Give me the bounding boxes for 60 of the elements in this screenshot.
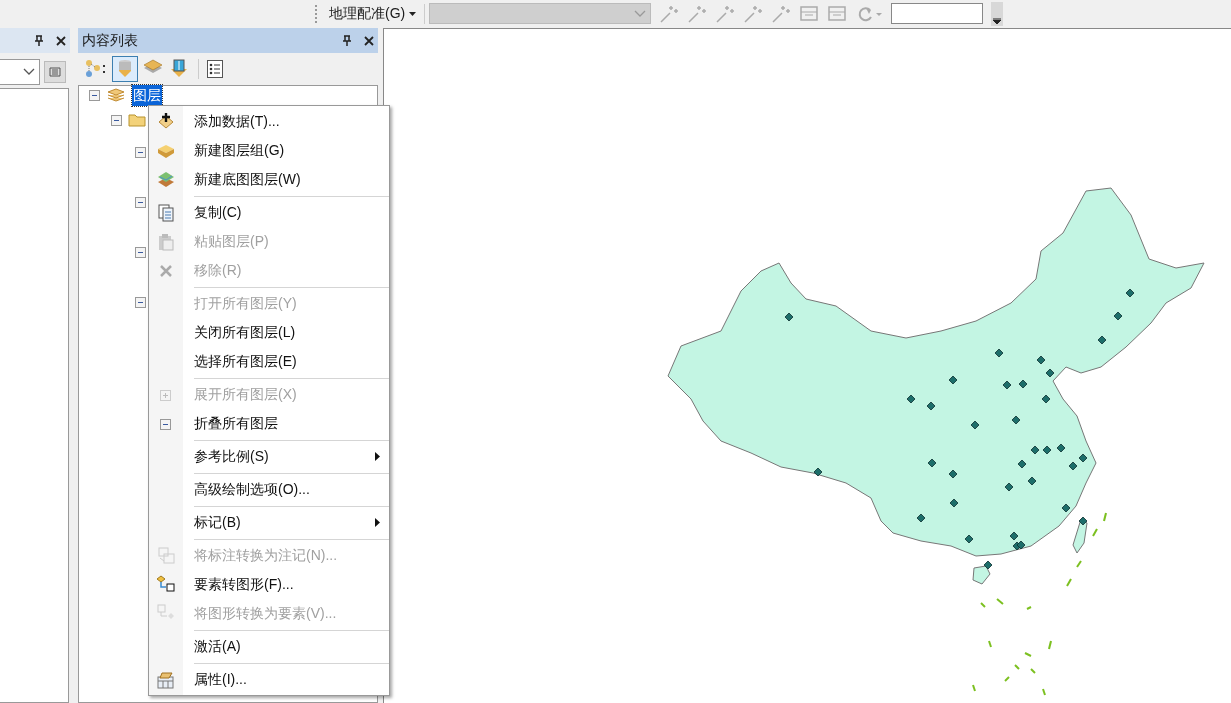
list-by-source-button[interactable] [112,56,138,82]
island-marker [1048,640,1052,650]
layers-icon [106,87,126,103]
menu-item[interactable]: 添加数据(T)... [149,107,389,136]
island-marker [1103,512,1107,522]
island-marker [1026,606,1032,610]
menu-item[interactable]: 折叠所有图层 [149,409,389,438]
submenu-arrow-icon [375,452,380,461]
copy-icon [156,202,176,223]
pin-icon[interactable] [342,35,352,46]
island-marker [1030,668,1036,674]
island-marker [996,598,1004,605]
menu-item[interactable]: 选择所有图层(E) [149,347,389,376]
island-marker [1066,578,1072,587]
menu-item[interactable]: 新建图层组(G) [149,136,389,165]
options-icon[interactable] [207,60,223,78]
folder-icon [128,113,146,127]
chevron-down-icon [23,68,35,76]
collapse-icon[interactable] [135,196,146,208]
menu-item[interactable]: 激活(A) [149,632,389,661]
close-icon[interactable] [56,35,66,46]
island-marker [988,640,992,648]
pin-icon[interactable] [34,35,44,46]
caret-down-icon [409,11,417,16]
island-marker [1014,664,1020,670]
list-button[interactable] [44,61,66,83]
close-icon[interactable] [364,35,374,46]
georeferencing-menu[interactable]: 地理配准(G) [325,2,421,25]
island-marker [1092,528,1098,537]
properties-icon [156,669,176,690]
menu-item[interactable]: 属性(I)... [149,665,389,694]
dropdown-field[interactable] [0,59,40,85]
database-icon [116,59,134,79]
island-marker [980,602,986,608]
collapse-icon[interactable] [89,89,100,101]
menu-item[interactable]: 新建底图图层(W) [149,165,389,194]
paste-icon [156,231,176,252]
menu-item[interactable]: 标记(B) [149,508,389,537]
collapse-icon[interactable] [135,146,146,158]
menu-item[interactable]: 高级绘制选项(O)... [149,475,389,504]
island-marker [1076,560,1082,568]
island-marker [1042,688,1046,696]
menu-item[interactable]: 复制(C) [149,198,389,227]
tree-item[interactable]: 图层 [132,84,162,106]
input-field[interactable] [891,3,984,24]
menu-item[interactable]: 要素转图形(F)... [149,570,389,599]
basemap-layer-icon [156,169,176,190]
menu-item[interactable]: 关闭所有图层(L) [149,318,389,347]
panel-title: 内容列表 [82,31,139,50]
submenu-arrow-icon [375,518,380,527]
menu-item[interactable]: 参考比例(S) [149,442,389,471]
island-marker [1024,652,1032,657]
island-marker [972,684,976,692]
collapse-icon[interactable] [135,246,146,258]
toolbar-options-button[interactable] [991,1,1004,26]
chevron-down-icon [634,9,647,18]
collapse-icon[interactable] [135,296,146,308]
island-marker [1004,676,1010,682]
caret-down-icon [993,17,1002,24]
collapse-icon[interactable] [111,114,122,126]
